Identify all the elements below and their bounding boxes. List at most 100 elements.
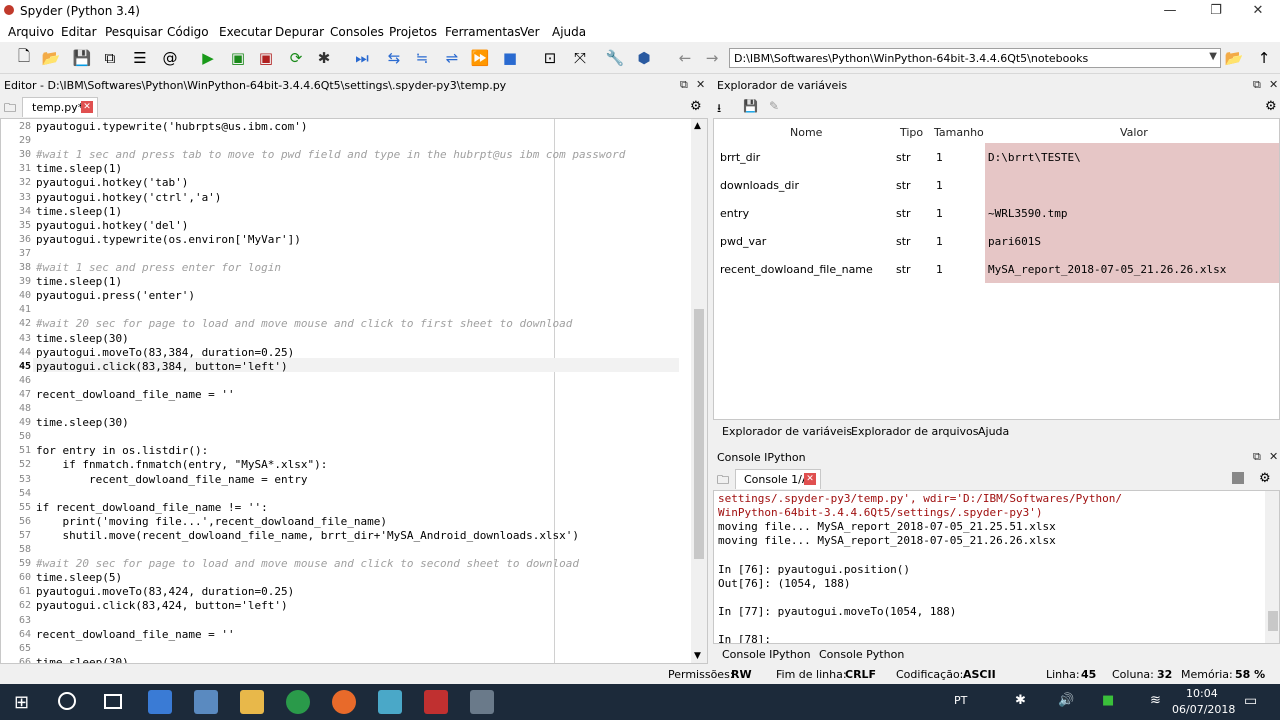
browse-folder-icon[interactable]: 📂 xyxy=(1224,48,1244,68)
wifi-icon[interactable]: ≋ xyxy=(1150,693,1161,708)
network-app-icon[interactable] xyxy=(148,690,172,714)
clock-time[interactable]: 10:04 xyxy=(1186,687,1218,700)
at-icon[interactable]: @ xyxy=(160,48,180,68)
menu-executar[interactable]: Executar xyxy=(219,25,272,39)
gear-icon[interactable]: ⚙ xyxy=(1265,99,1277,114)
firefox-icon[interactable] xyxy=(332,690,356,714)
menu-depurar[interactable]: Depurar xyxy=(275,25,324,39)
col-header-name[interactable]: Nome xyxy=(790,126,822,139)
undock-icon[interactable]: ⧉ xyxy=(1253,450,1261,464)
open-file-icon[interactable]: 📂 xyxy=(41,48,61,68)
chevron-down-icon[interactable]: ▼ xyxy=(1209,51,1217,62)
editor-scrollbar[interactable]: ▲ ▼ xyxy=(691,119,707,663)
tab-console-1a[interactable]: Console 1/A ✕ xyxy=(735,469,821,489)
stop-debug-icon[interactable]: ■ xyxy=(500,48,520,68)
tab-temp-py[interactable]: temp.py* ✕ xyxy=(22,97,98,117)
var-name[interactable]: downloads_dir xyxy=(720,179,799,192)
ipython-console[interactable]: settings/.spyder-py3/temp.py', wdir='D:/… xyxy=(713,490,1280,644)
var-size[interactable]: 1 xyxy=(936,235,943,248)
close-pane-icon[interactable]: ✕ xyxy=(1269,78,1278,91)
scrollbar-thumb[interactable] xyxy=(694,309,704,559)
save-all-icon[interactable]: ⧉ xyxy=(100,48,120,68)
step-icon[interactable]: ⇆ xyxy=(384,48,404,68)
tray-gear-icon[interactable]: ✱ xyxy=(1015,693,1026,708)
menu-ferramentas[interactable]: Ferramentas xyxy=(445,25,521,39)
menu-projetos[interactable]: Projetos xyxy=(389,25,437,39)
clock-date[interactable]: 06/07/2018 xyxy=(1172,703,1235,716)
var-size[interactable]: 1 xyxy=(936,151,943,164)
var-type[interactable]: str xyxy=(896,179,911,192)
var-name[interactable]: pwd_var xyxy=(720,235,766,248)
menu-consoles[interactable]: Consoles xyxy=(330,25,384,39)
working-directory-input[interactable]: D:\IBM\Softwares\Python\WinPython-64bit-… xyxy=(729,48,1221,68)
col-header-value[interactable]: Valor xyxy=(1120,126,1148,139)
tab-ipython-console[interactable]: Console IPython xyxy=(722,648,811,661)
var-value[interactable]: MySA_report_2018-07-05_21.26.26.xlsx xyxy=(988,263,1226,276)
console-scrollbar[interactable] xyxy=(1265,491,1279,643)
stop-console-icon[interactable] xyxy=(1232,472,1244,484)
configure-run-icon[interactable]: ✱ xyxy=(314,48,334,68)
var-value[interactable]: pari601S xyxy=(988,235,1041,248)
close-pane-icon[interactable]: ✕ xyxy=(696,78,705,91)
task-view-icon[interactable] xyxy=(104,694,122,709)
var-type[interactable]: str xyxy=(896,263,911,276)
folder-icon[interactable]: 🗀 xyxy=(717,471,729,492)
forward-arrow-icon[interactable]: → xyxy=(702,48,722,68)
scrollbar-thumb[interactable] xyxy=(1268,611,1278,631)
app-icon[interactable] xyxy=(194,690,218,714)
scroll-up-icon[interactable]: ▲ xyxy=(694,121,701,131)
preferences-icon[interactable]: 🔧 xyxy=(605,48,625,68)
scroll-down-icon[interactable]: ▼ xyxy=(694,651,701,661)
new-file-icon[interactable]: 🗋 xyxy=(14,47,34,68)
tray-app-icon[interactable]: ■ xyxy=(1102,693,1114,708)
app-icon[interactable] xyxy=(378,690,402,714)
folder-icon[interactable]: 🗀 xyxy=(4,99,16,120)
minimize-button[interactable]: — xyxy=(1148,0,1192,22)
code-editor[interactable]: 28 29 30 31 32 33 34 35 36 37 38 39 40 41 42 43 44 45 46 47… xyxy=(0,118,708,664)
remove-vars-icon[interactable]: ✎ xyxy=(769,99,779,113)
var-value[interactable]: ~WRL3590.tmp xyxy=(988,207,1067,220)
var-value[interactable]: D:\brrt\TESTE\ xyxy=(988,151,1081,164)
import-data-icon[interactable]: ⭳ xyxy=(717,99,721,120)
var-name[interactable]: recent_dowloand_file_name xyxy=(720,263,873,276)
maximize-button[interactable]: ❐ xyxy=(1194,0,1238,22)
notifications-icon[interactable]: ▭ xyxy=(1244,693,1257,709)
debug-icon[interactable]: ⏭ xyxy=(352,48,372,68)
parent-dir-icon[interactable]: ↑ xyxy=(1254,48,1274,68)
menu-arquivo[interactable]: Arquivo xyxy=(8,25,54,39)
var-size[interactable]: 1 xyxy=(936,263,943,276)
list-icon[interactable]: ☰ xyxy=(130,48,150,68)
menu-ver[interactable]: Ver xyxy=(520,25,540,39)
windows-start-icon[interactable]: ⊞ xyxy=(14,692,29,713)
save-icon[interactable]: 💾 xyxy=(72,48,92,68)
gear-icon[interactable]: ⚙ xyxy=(1259,471,1271,486)
spyder-taskbar-icon[interactable] xyxy=(424,690,448,714)
close-tab-icon[interactable]: ✕ xyxy=(81,101,93,113)
close-button[interactable]: ✕ xyxy=(1236,0,1280,22)
chrome-icon[interactable] xyxy=(286,690,310,714)
rerun-icon[interactable]: ⟳ xyxy=(286,48,306,68)
maximize-pane-icon[interactable]: ⊡ xyxy=(540,48,560,68)
col-header-type[interactable]: Tipo xyxy=(900,126,923,139)
tab-file-explorer[interactable]: Explorador de arquivos xyxy=(851,425,979,438)
var-size[interactable]: 1 xyxy=(936,207,943,220)
back-arrow-icon[interactable]: ← xyxy=(675,48,695,68)
continue-icon[interactable]: ⏩ xyxy=(470,48,490,68)
code-area[interactable]: pyautogui.typewrite('hubrpts@us.ibm.com'… xyxy=(1,119,691,663)
var-size[interactable]: 1 xyxy=(936,179,943,192)
menu-editar[interactable]: Editar xyxy=(61,25,97,39)
speaker-icon[interactable]: 🔊 xyxy=(1058,693,1074,708)
python-path-icon[interactable]: ⬢ xyxy=(634,48,654,68)
tab-help[interactable]: Ajuda xyxy=(978,425,1009,438)
var-type[interactable]: str xyxy=(896,151,911,164)
app-icon[interactable] xyxy=(470,690,494,714)
menu-codigo[interactable]: Código xyxy=(167,25,209,39)
undock-icon[interactable]: ⧉ xyxy=(680,78,688,92)
tab-python-console[interactable]: Console Python xyxy=(819,648,904,661)
run-cell-icon[interactable]: ▣ xyxy=(228,48,248,68)
col-header-size[interactable]: Tamanho xyxy=(934,126,984,139)
run-cell-advance-icon[interactable]: ▣ xyxy=(256,48,276,68)
var-name[interactable]: brrt_dir xyxy=(720,151,760,164)
var-type[interactable]: str xyxy=(896,235,911,248)
save-data-icon[interactable]: 💾 xyxy=(743,99,758,113)
